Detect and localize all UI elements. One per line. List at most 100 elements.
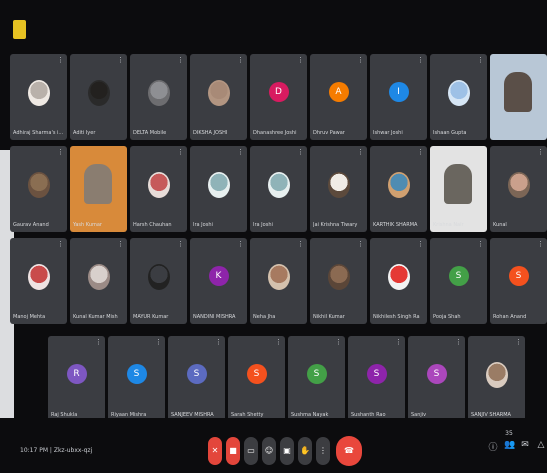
tile-options-icon[interactable]: ⋮: [237, 57, 244, 64]
participant-tile[interactable]: ⋮ S Rohan Anand: [490, 238, 547, 324]
participant-name: Aditi Iyer: [73, 130, 96, 136]
tile-options-icon[interactable]: ⋮: [417, 149, 424, 156]
participant-tile[interactable]: ⋮ Adhiraj Sharma's i...: [10, 54, 67, 140]
end-call-button[interactable]: ☎: [336, 436, 362, 466]
participant-tile[interactable]: Krishna Nair: [430, 146, 487, 232]
info-button[interactable]: ⓘ: [488, 440, 498, 460]
participant-avatar: [267, 172, 290, 198]
emoji-button[interactable]: ☺: [262, 437, 276, 465]
participant-tile[interactable]: ⋮ S SANJEEV MISHRA: [168, 336, 225, 422]
participant-tile[interactable]: ⋮ S Sushma Nayak: [288, 336, 345, 422]
participant-tile[interactable]: ⋮ Aditi Iyer: [70, 54, 127, 140]
participant-avatar: S: [306, 364, 327, 384]
participant-tile[interactable]: ⋮ I Ishwar Joshi: [370, 54, 427, 140]
participant-tile[interactable]: ⋮ Manoj Mehta: [10, 238, 67, 324]
tile-options-icon[interactable]: ⋮: [275, 339, 282, 346]
participant-tile[interactable]: ⋮ S Sarah Shetty: [228, 336, 285, 422]
present-button[interactable]: ▣: [280, 437, 294, 465]
participant-tile[interactable]: ⋮ Harsh Chauhan: [130, 146, 187, 232]
participant-tile[interactable]: ⋮ DIKSHA JOSHI: [190, 54, 247, 140]
participant-avatar: [87, 80, 110, 106]
participant-avatar: S: [366, 364, 387, 384]
participant-tile[interactable]: ⋮ Nikhil Kumar: [310, 238, 367, 324]
participant-tile[interactable]: ⋮ Kunal Kumar Mish: [70, 238, 127, 324]
tile-options-icon[interactable]: ⋮: [515, 339, 522, 346]
participant-tile[interactable]: ⋮ DELTA Mobile: [130, 54, 187, 140]
tile-options-icon[interactable]: ⋮: [177, 57, 184, 64]
participant-tile[interactable]: ⋮ D Dhanashree Joshi: [250, 54, 307, 140]
tile-options-icon[interactable]: ⋮: [537, 241, 544, 248]
tile-options-icon[interactable]: ⋮: [357, 57, 364, 64]
tile-options-icon[interactable]: ⋮: [335, 339, 342, 346]
tile-options-icon[interactable]: ⋮: [155, 339, 162, 346]
tile-options-icon[interactable]: ⋮: [95, 339, 102, 346]
tile-options-icon[interactable]: ⋮: [477, 57, 484, 64]
tile-options-icon[interactable]: ⋮: [237, 149, 244, 156]
camera-off-button[interactable]: ■: [226, 437, 240, 465]
participant-avatar: [387, 172, 410, 198]
mic-off-button[interactable]: ✕: [208, 437, 222, 465]
participant-tile[interactable]: ⋮ Gaurav Anand: [10, 146, 67, 232]
people-button[interactable]: 👥 35: [504, 430, 515, 460]
participant-avatar: D: [268, 82, 289, 102]
participant-tile[interactable]: ⋮ Ira Joshi: [250, 146, 307, 232]
tile-options-icon[interactable]: ⋮: [537, 149, 544, 156]
participant-tile[interactable]: ⋮ S Sushanth Rao: [348, 336, 405, 422]
participant-tile[interactable]: ⋮ K NANDINI MISHRA: [190, 238, 247, 324]
participant-tile[interactable]: ⋮ S Riyaan Mishra: [108, 336, 165, 422]
participant-tile[interactable]: ⋮ A Dhruv Pawar: [310, 54, 367, 140]
tile-options-icon[interactable]: ⋮: [117, 57, 124, 64]
participant-name: Harsh Chauhan: [133, 222, 172, 228]
participant-tile[interactable]: ⋮ Ishaan Gupta: [430, 54, 487, 140]
tile-options-icon[interactable]: ⋮: [455, 339, 462, 346]
tile-options-icon[interactable]: ⋮: [177, 241, 184, 248]
tile-options-icon[interactable]: ⋮: [215, 339, 222, 346]
participant-tile[interactable]: ⋮ KARTHIK SHARMA: [370, 146, 427, 232]
participant-tile[interactable]: ⋮ Kunal: [490, 146, 547, 232]
tile-options-icon[interactable]: ⋮: [57, 241, 64, 248]
chat-button[interactable]: ✉: [520, 440, 530, 460]
participant-tile[interactable]: ⋮ Neha Jha: [250, 238, 307, 324]
participant-tile[interactable]: Yash Kumar: [70, 146, 127, 232]
participant-avatar: I: [388, 82, 409, 102]
more-options-button[interactable]: ⋮: [316, 437, 330, 465]
activities-button[interactable]: △: [536, 440, 546, 460]
captions-button[interactable]: ▭: [244, 437, 258, 465]
tile-options-icon[interactable]: ⋮: [57, 149, 64, 156]
participant-tile[interactable]: ⋮ S Pooja Shah: [430, 238, 487, 324]
participant-avatar: [87, 264, 110, 290]
tile-options-icon[interactable]: ⋮: [177, 149, 184, 156]
participant-tile[interactable]: ⋮ Ira Joshi: [190, 146, 247, 232]
mic-off-icon: ✕: [211, 446, 219, 455]
participant-tile[interactable]: [490, 54, 547, 140]
raise-hand-button[interactable]: ✋: [298, 437, 312, 465]
tile-options-icon[interactable]: ⋮: [417, 241, 424, 248]
tile-options-icon[interactable]: ⋮: [297, 57, 304, 64]
tile-options-icon[interactable]: ⋮: [297, 149, 304, 156]
participant-avatar: [147, 172, 170, 198]
participant-tile[interactable]: ⋮ Nikhilesh Singh Ra: [370, 238, 427, 324]
participant-name: Dhruv Pawar: [313, 130, 345, 136]
participant-video: [84, 164, 112, 204]
tile-options-icon[interactable]: ⋮: [237, 241, 244, 248]
participant-avatar: [147, 264, 170, 290]
participant-name: Jai Krishna Tiwary: [313, 222, 358, 228]
participant-tile[interactable]: ⋮ S Sanjiv: [408, 336, 465, 422]
participant-avatar: S: [426, 364, 447, 384]
participant-tile[interactable]: ⋮ Jai Krishna Tiwary: [310, 146, 367, 232]
tile-options-icon[interactable]: ⋮: [357, 241, 364, 248]
participant-avatar: A: [328, 82, 349, 102]
tile-options-icon[interactable]: ⋮: [417, 57, 424, 64]
participant-tile[interactable]: ⋮ SANJIV SHARMA: [468, 336, 525, 422]
tile-options-icon[interactable]: ⋮: [395, 339, 402, 346]
participant-tile[interactable]: ⋮ MAYUR Kumar: [130, 238, 187, 324]
tile-options-icon[interactable]: ⋮: [57, 57, 64, 64]
participant-tile[interactable]: ⋮ R Raj Shukla: [48, 336, 105, 422]
tile-options-icon[interactable]: ⋮: [477, 241, 484, 248]
tile-options-icon[interactable]: ⋮: [297, 241, 304, 248]
participant-avatar: [485, 362, 508, 388]
participant-avatar: S: [246, 364, 267, 384]
participant-avatar: [27, 264, 50, 290]
tile-options-icon[interactable]: ⋮: [357, 149, 364, 156]
tile-options-icon[interactable]: ⋮: [117, 241, 124, 248]
